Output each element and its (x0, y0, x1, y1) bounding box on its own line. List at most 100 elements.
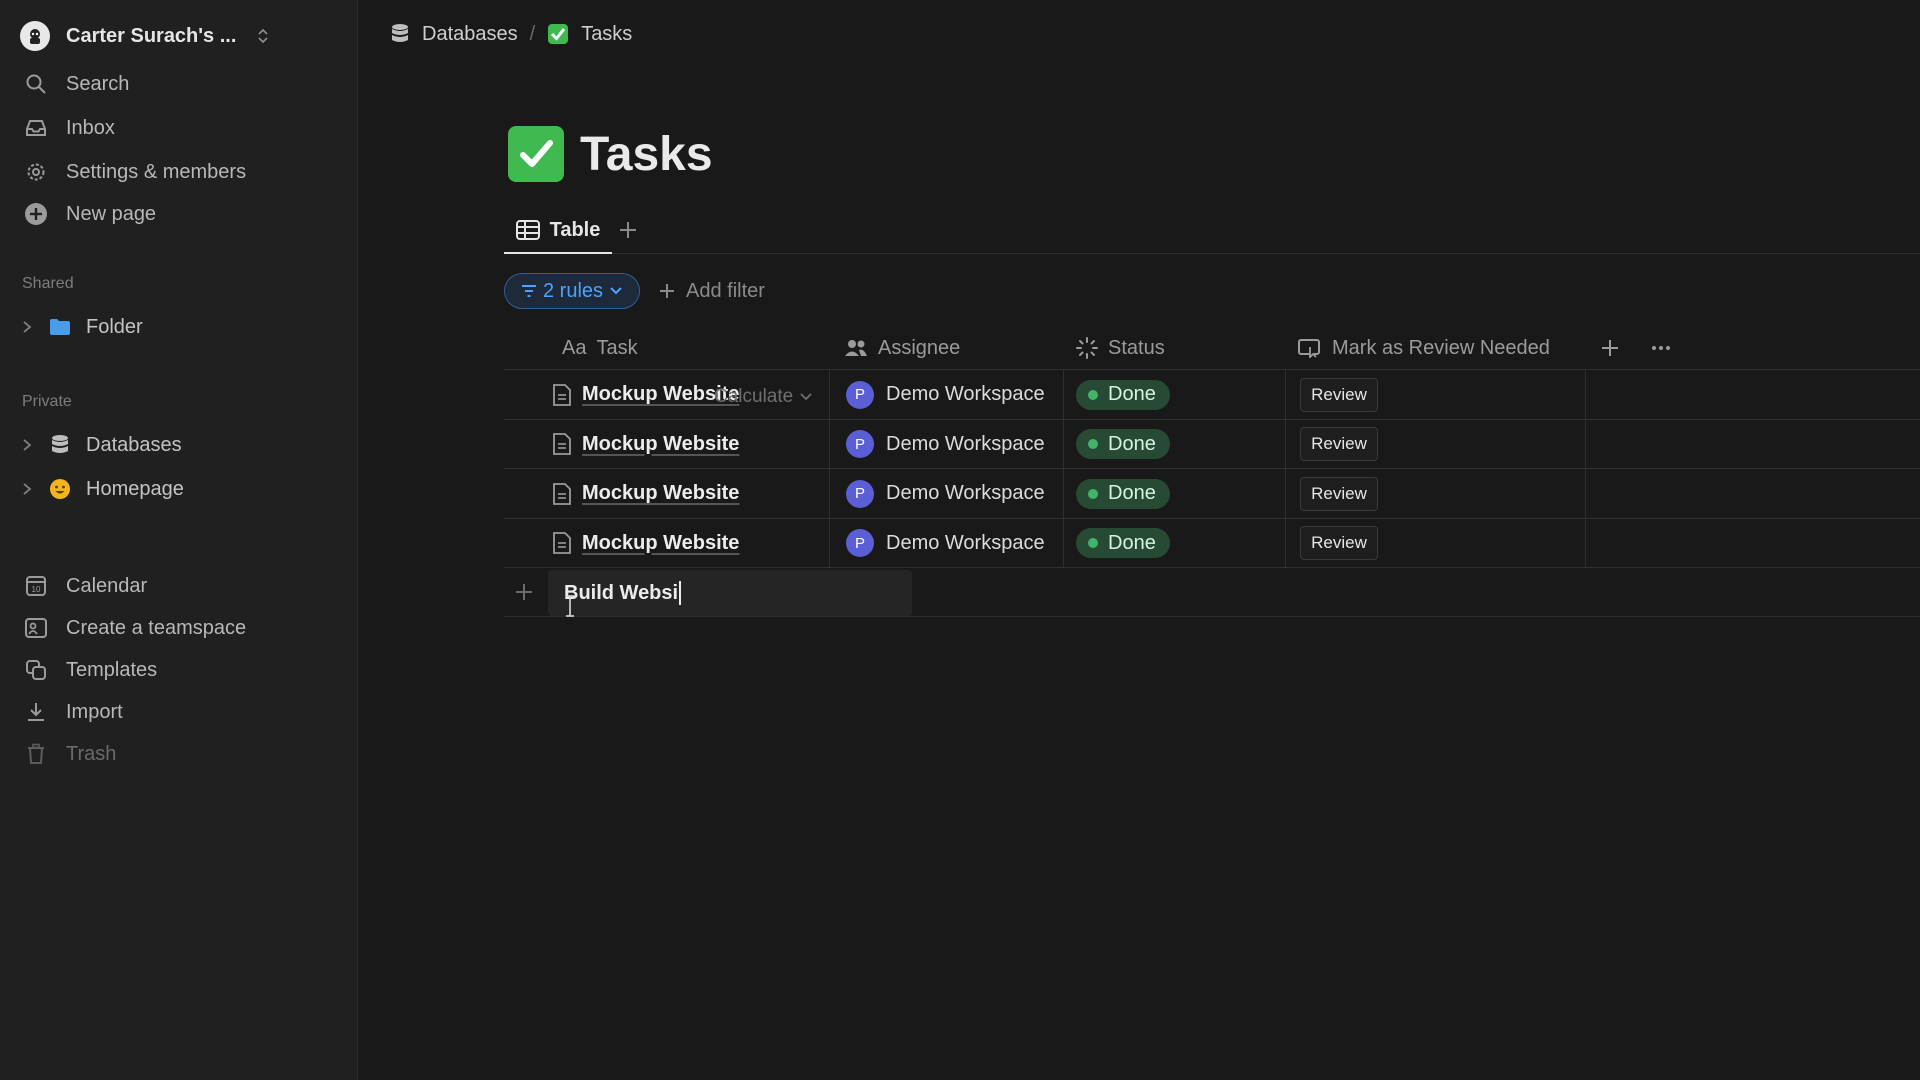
breadcrumb: Databases / Tasks (390, 18, 632, 50)
table-header: Aa Task Assignee Status Mark as Review N… (504, 326, 1920, 370)
tab-label: Table (549, 218, 601, 241)
tab-table[interactable]: Table (504, 208, 612, 254)
task-name[interactable]: Mockup Website (582, 532, 739, 555)
sidebar-item-label: Search (66, 72, 130, 95)
sidebar-item-templates[interactable]: Templates (22, 652, 332, 688)
calculate-button[interactable]: Calculate (714, 386, 813, 408)
table-row[interactable]: Mockup Website P Demo Workspace Done Rev… (504, 469, 1920, 519)
chevron-down-icon (610, 287, 622, 295)
assignee-cell[interactable]: P Demo Workspace (830, 419, 1064, 469)
assignee-cell[interactable]: P Demo Workspace (830, 469, 1064, 518)
column-header-task[interactable]: Aa Task (562, 326, 638, 370)
assignee-cell[interactable]: P Demo Workspace (830, 518, 1064, 568)
chevron-updown-icon[interactable] (256, 27, 270, 45)
review-button[interactable]: Review (1300, 427, 1378, 461)
chevron-down-icon (800, 393, 812, 401)
plus-icon (660, 284, 674, 298)
chevron-right-icon[interactable] (22, 320, 36, 334)
breadcrumb-parent[interactable]: Databases (422, 23, 518, 46)
task-name[interactable]: Mockup Website (582, 482, 739, 505)
status-label: Done (1108, 531, 1156, 554)
sidebar-item-create-teamspace[interactable]: Create a teamspace (22, 610, 332, 646)
button-property-icon (1298, 338, 1322, 358)
filter-rules-label: 2 rules (542, 279, 604, 302)
column-label: Status (1108, 336, 1165, 359)
task-cell[interactable]: Mockup Website (504, 518, 830, 568)
sidebar-item-label: New page (66, 202, 157, 225)
sidebar-item-new-page[interactable]: New page (22, 196, 332, 232)
sidebar-item-calendar[interactable]: 10 Calendar (22, 568, 332, 604)
sidebar-item-label: Templates (66, 658, 158, 681)
sidebar-item-inbox[interactable]: Inbox (22, 110, 332, 146)
task-cell[interactable]: Mockup Website (504, 469, 830, 518)
trash-icon (22, 740, 50, 768)
sidebar-item-homepage[interactable]: Homepage (22, 471, 332, 507)
avatar: P (846, 479, 874, 508)
avatar: P (846, 380, 874, 409)
add-filter-button[interactable]: Add filter (658, 273, 765, 309)
add-property-icon[interactable] (1600, 338, 1620, 358)
add-view-icon[interactable] (618, 220, 638, 240)
calculate-label: Calculate (714, 386, 794, 407)
status-cell[interactable]: Done (1064, 370, 1286, 419)
sidebar-item-trash[interactable]: Trash (22, 736, 332, 772)
column-label: Assignee (878, 336, 961, 359)
column-header-assignee[interactable]: Assignee (844, 326, 960, 370)
sidebar-item-databases[interactable]: Databases (22, 427, 332, 463)
svg-text:10: 10 (32, 585, 41, 594)
column-label: Task (596, 336, 638, 359)
review-cell: Review (1286, 370, 1586, 419)
sidebar-item-settings[interactable]: Settings & members (22, 154, 332, 190)
sidebar-item-label: Inbox (66, 116, 115, 139)
page-icon (552, 531, 572, 555)
database-icon (390, 23, 410, 45)
table-row[interactable]: Mockup Website P Demo Workspace Done Rev… (504, 419, 1920, 469)
review-button[interactable]: Review (1300, 526, 1378, 560)
task-name[interactable]: Mockup Website (582, 433, 739, 456)
sidebar: Carter Surach's ... Search Inbox Setting… (0, 0, 358, 1080)
inbox-icon (22, 114, 50, 142)
more-options-icon[interactable] (1650, 338, 1672, 358)
sidebar-item-label: Trash (66, 742, 117, 765)
breadcrumb-current[interactable]: Tasks (581, 23, 632, 46)
filter-rules-button[interactable]: 2 rules (504, 273, 640, 309)
sidebar-item-label: Import (66, 700, 123, 723)
column-header-status[interactable]: Status (1076, 326, 1165, 370)
page-icon (552, 432, 572, 456)
review-button[interactable]: Review (1300, 377, 1378, 412)
assignee-cell[interactable]: P Demo Workspace (830, 370, 1064, 419)
database-icon (48, 433, 72, 457)
add-filter-label: Add filter (686, 279, 765, 302)
review-cell: Review (1286, 518, 1586, 568)
status-cell[interactable]: Done (1064, 469, 1286, 518)
task-cell[interactable]: Mockup Website (504, 419, 830, 469)
sidebar-item-label: Calendar (66, 574, 148, 597)
sidebar-item-folder[interactable]: Folder (22, 309, 332, 345)
new-task-input[interactable]: Build Websi (548, 570, 912, 616)
chevron-right-icon[interactable] (22, 482, 36, 496)
status-label: Done (1108, 482, 1156, 504)
table-icon (515, 220, 540, 240)
page-icon[interactable] (508, 126, 564, 182)
table-row[interactable]: Mockup Website P Demo Workspace Done Rev… (504, 518, 1920, 568)
chevron-right-icon[interactable] (22, 438, 36, 452)
status-badge: Done (1076, 528, 1170, 558)
check-box-icon (547, 23, 569, 45)
add-row-icon[interactable] (514, 582, 534, 602)
sidebar-item-import[interactable]: Import (22, 694, 332, 730)
page-title[interactable]: Tasks (580, 127, 713, 182)
assignee-name: Demo Workspace (886, 531, 1045, 554)
view-tabs: Table (504, 208, 1920, 254)
review-button[interactable]: Review (1300, 476, 1378, 511)
plus-circle-icon (22, 200, 50, 228)
column-header-review[interactable]: Mark as Review Needed (1298, 326, 1550, 370)
status-cell[interactable]: Done (1064, 518, 1286, 568)
workspace-switcher[interactable]: Carter Surach's ... (20, 18, 270, 54)
people-icon (844, 339, 868, 357)
status-cell[interactable]: Done (1064, 419, 1286, 469)
status-label: Done (1108, 432, 1156, 455)
sidebar-item-search[interactable]: Search (22, 66, 332, 102)
page-icon (552, 482, 572, 506)
review-cell: Review (1286, 469, 1586, 518)
sidebar-item-label: Create a teamspace (66, 616, 247, 639)
